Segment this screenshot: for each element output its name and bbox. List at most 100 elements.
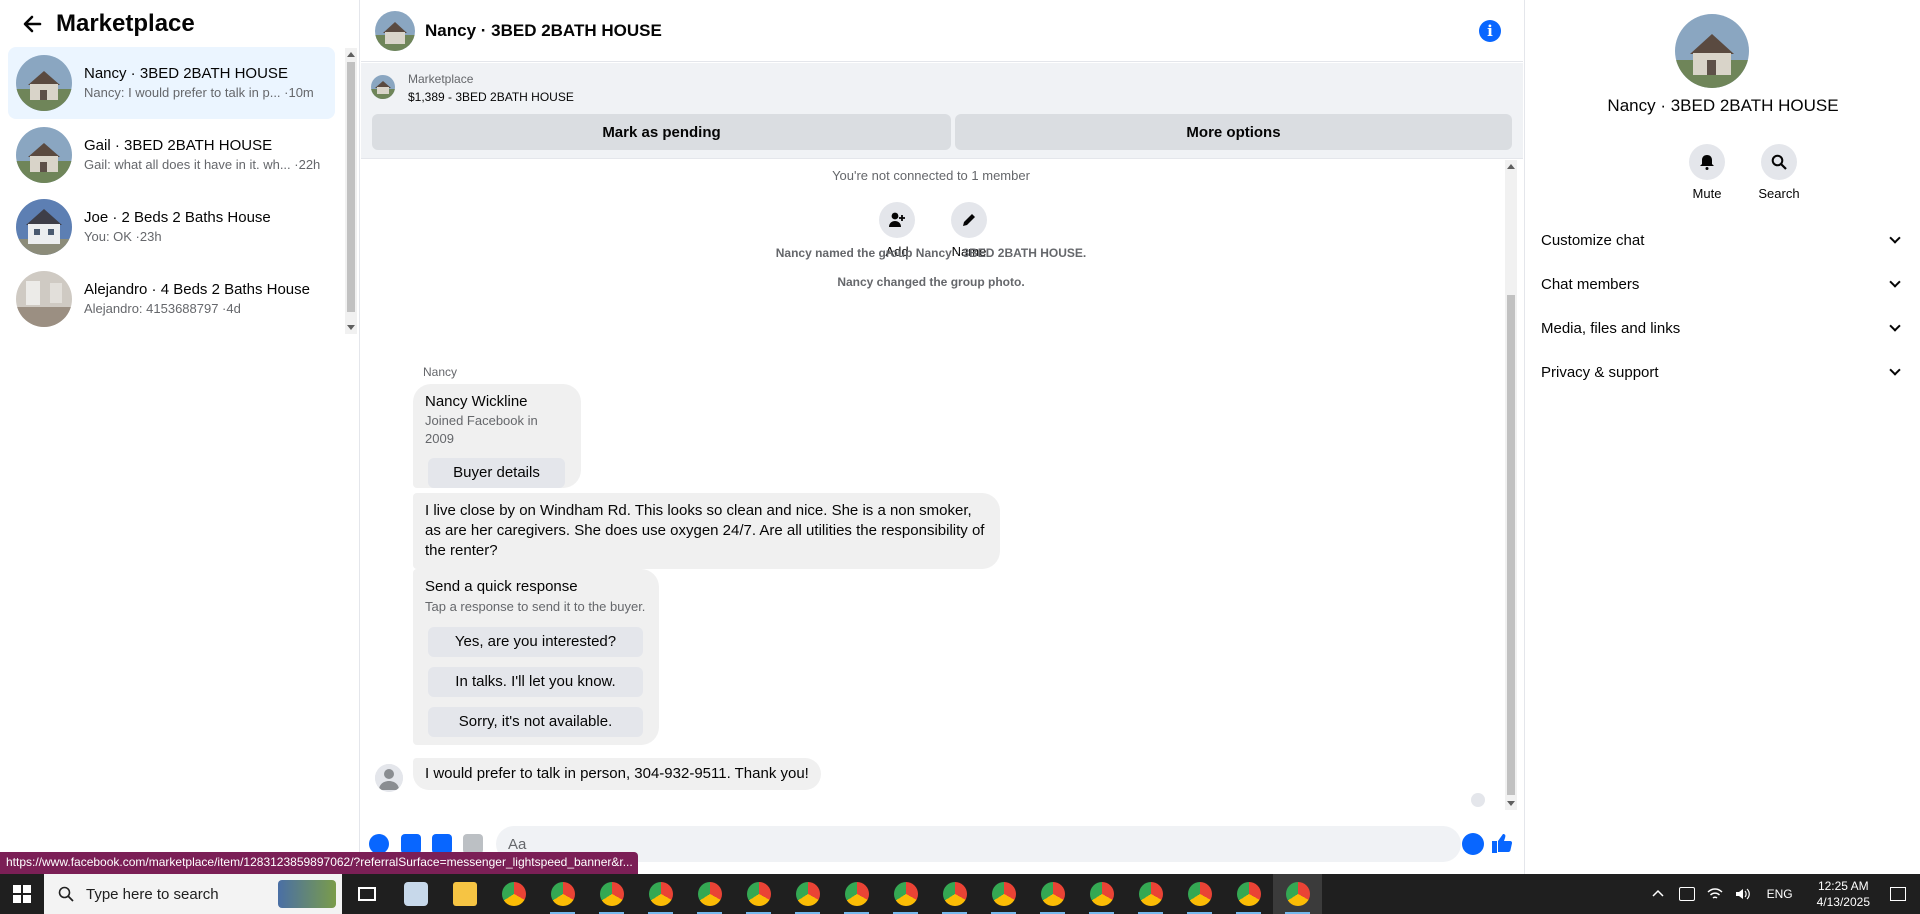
notification-icon[interactable] bbox=[1890, 887, 1906, 901]
marketplace-listing-banner: Marketplace $1,389 - 3BED 2BATH HOUSE Ma… bbox=[361, 63, 1523, 159]
house-avatar bbox=[16, 199, 72, 255]
thumbs-up-icon[interactable] bbox=[1491, 832, 1513, 861]
bell-icon bbox=[1689, 144, 1725, 180]
listing-label: Marketplace bbox=[408, 72, 474, 86]
chat-panel: Nancy · 3BED 2BATH HOUSE i Marketplace $… bbox=[361, 0, 1523, 874]
chrome-profile-icon[interactable] bbox=[1126, 874, 1175, 914]
search-icon bbox=[1761, 144, 1797, 180]
section-label: Customize chat bbox=[1541, 231, 1645, 249]
quick-reply-button[interactable]: In talks. I'll let you know. bbox=[428, 667, 643, 697]
plus-icon[interactable] bbox=[369, 834, 389, 854]
volume-icon[interactable] bbox=[1735, 887, 1751, 901]
mark-as-pending-button[interactable]: Mark as pending bbox=[372, 114, 951, 150]
chat-details-panel: Nancy · 3BED 2BATH HOUSE Mute Search Cus… bbox=[1524, 0, 1920, 874]
info-icon[interactable]: i bbox=[1479, 20, 1501, 42]
input-language[interactable]: ENG bbox=[1767, 887, 1793, 901]
more-options-button[interactable]: More options bbox=[955, 114, 1512, 150]
scrollbar-thumb[interactable] bbox=[347, 62, 355, 312]
chrome-profile-icon[interactable] bbox=[538, 874, 587, 914]
app-icon[interactable] bbox=[391, 874, 440, 914]
taskbar-search-placeholder: Type here to search bbox=[86, 885, 219, 903]
chat-avatar[interactable] bbox=[375, 10, 415, 51]
privacy-support-section[interactable]: Privacy & support bbox=[1541, 350, 1905, 394]
scroll-down-arrow-icon[interactable] bbox=[1507, 801, 1515, 806]
conversation-item[interactable]: Joe · 2 Beds 2 Baths House You: OK ·23h bbox=[8, 191, 335, 263]
buyer-details-button[interactable]: Buyer details bbox=[428, 458, 565, 488]
chrome-profile-icon[interactable] bbox=[636, 874, 685, 914]
conversation-item[interactable]: Alejandro · 4 Beds 2 Baths House Alejand… bbox=[8, 263, 335, 335]
search-highlight-image bbox=[278, 880, 336, 908]
chat-title[interactable]: Nancy · 3BED 2BATH HOUSE bbox=[425, 21, 662, 41]
message-input[interactable]: Aa bbox=[496, 826, 1461, 862]
file-explorer-icon[interactable] bbox=[440, 874, 489, 914]
scrollbar-thumb[interactable] bbox=[1507, 295, 1515, 795]
chrome-profile-icon[interactable] bbox=[930, 874, 979, 914]
chrome-profile-icon[interactable] bbox=[685, 874, 734, 914]
conversation-sidebar: Marketplace Nancy · 3BED 2BATH HOUSE Nan… bbox=[0, 0, 360, 874]
chrome-profile-icon[interactable] bbox=[587, 874, 636, 914]
battery-icon[interactable] bbox=[1678, 887, 1695, 901]
task-view-icon[interactable] bbox=[342, 874, 391, 914]
listing-price-title[interactable]: $1,389 - 3BED 2BATH HOUSE bbox=[408, 90, 574, 104]
back-arrow-icon[interactable] bbox=[12, 4, 52, 44]
windows-start-icon[interactable] bbox=[0, 874, 44, 914]
conversation-item[interactable]: Nancy · 3BED 2BATH HOUSE Nancy: I would … bbox=[8, 47, 335, 119]
search-action[interactable]: Search bbox=[1749, 144, 1809, 201]
chrome-profile-icon[interactable] bbox=[1224, 874, 1273, 914]
quick-response-subtitle: Tap a response to send it to the buyer. bbox=[425, 599, 646, 614]
quick-reply-button[interactable]: Yes, are you interested? bbox=[428, 627, 643, 657]
conversation-preview: You: OK ·23h bbox=[84, 229, 162, 244]
chrome-profile-icon[interactable] bbox=[832, 874, 881, 914]
customize-chat-section[interactable]: Customize chat bbox=[1541, 218, 1905, 262]
chrome-icon[interactable] bbox=[489, 874, 538, 914]
chat-members-section[interactable]: Chat members bbox=[1541, 262, 1905, 306]
message-bubble: I live close by on Windham Rd. This look… bbox=[413, 493, 1000, 569]
emoji-icon[interactable] bbox=[1462, 833, 1484, 855]
media-files-links-section[interactable]: Media, files and links bbox=[1541, 306, 1905, 350]
gif-icon[interactable] bbox=[463, 834, 483, 854]
message-thread: You're not connected to 1 member Add Nam… bbox=[361, 160, 1501, 810]
scroll-up-arrow-icon[interactable] bbox=[1507, 164, 1515, 169]
chrome-profile-icon[interactable] bbox=[783, 874, 832, 914]
conversation-list: Nancy · 3BED 2BATH HOUSE Nancy: I would … bbox=[8, 47, 335, 335]
system-tray: ENG 12:25 AM 4/13/2025 bbox=[1645, 874, 1920, 914]
buyer-joined: Joined Facebook in 2009 bbox=[425, 413, 538, 446]
chrome-profile-icon[interactable] bbox=[1077, 874, 1126, 914]
wifi-icon[interactable] bbox=[1707, 887, 1723, 901]
sender-name: Nancy bbox=[423, 365, 458, 379]
sticker-icon[interactable] bbox=[432, 834, 452, 854]
seen-indicator-avatar bbox=[1471, 793, 1485, 807]
quick-response-card: Send a quick response Tap a response to … bbox=[413, 569, 659, 745]
chrome-profile-icon-active[interactable] bbox=[1273, 874, 1322, 914]
chrome-profile-icon[interactable] bbox=[979, 874, 1028, 914]
taskbar-clock[interactable]: 12:25 AM 4/13/2025 bbox=[1817, 878, 1870, 910]
section-label: Media, files and links bbox=[1541, 319, 1681, 337]
chrome-profile-icon[interactable] bbox=[1175, 874, 1224, 914]
house-avatar bbox=[16, 127, 72, 183]
quick-response-title: Send a quick response bbox=[425, 578, 578, 595]
chrome-profile-icon[interactable] bbox=[1028, 874, 1077, 914]
conversation-name: Alejandro · 4 Beds 2 Baths House bbox=[84, 281, 310, 298]
mute-action[interactable]: Mute bbox=[1677, 144, 1737, 201]
scroll-up-arrow-icon[interactable] bbox=[347, 52, 355, 57]
chrome-profile-icon[interactable] bbox=[734, 874, 783, 914]
taskbar-search-box[interactable]: Type here to search bbox=[44, 874, 342, 914]
photo-icon[interactable] bbox=[401, 834, 421, 854]
chrome-profile-icon[interactable] bbox=[881, 874, 930, 914]
group-avatar[interactable] bbox=[1675, 14, 1749, 88]
quick-reply-button[interactable]: Sorry, it's not available. bbox=[428, 707, 643, 737]
mute-label: Mute bbox=[1692, 186, 1722, 201]
chevron-down-icon bbox=[1889, 232, 1901, 244]
system-message: Nancy named the group Nancy · 3BED 2BATH… bbox=[775, 246, 1087, 260]
conversation-item[interactable]: Gail · 3BED 2BATH HOUSE Gail: what all d… bbox=[8, 119, 335, 191]
sidebar-scrollbar[interactable] bbox=[345, 48, 357, 334]
sender-avatar[interactable] bbox=[375, 764, 403, 792]
chat-scrollbar[interactable] bbox=[1505, 160, 1517, 810]
listing-thumbnail[interactable] bbox=[371, 75, 395, 99]
room-avatar bbox=[16, 271, 72, 327]
scroll-down-arrow-icon[interactable] bbox=[347, 325, 355, 330]
chevron-down-icon bbox=[1889, 276, 1901, 288]
conversation-name: Joe · 2 Beds 2 Baths House bbox=[84, 209, 271, 226]
house-avatar bbox=[16, 55, 72, 111]
chevron-up-icon[interactable] bbox=[1651, 887, 1667, 901]
